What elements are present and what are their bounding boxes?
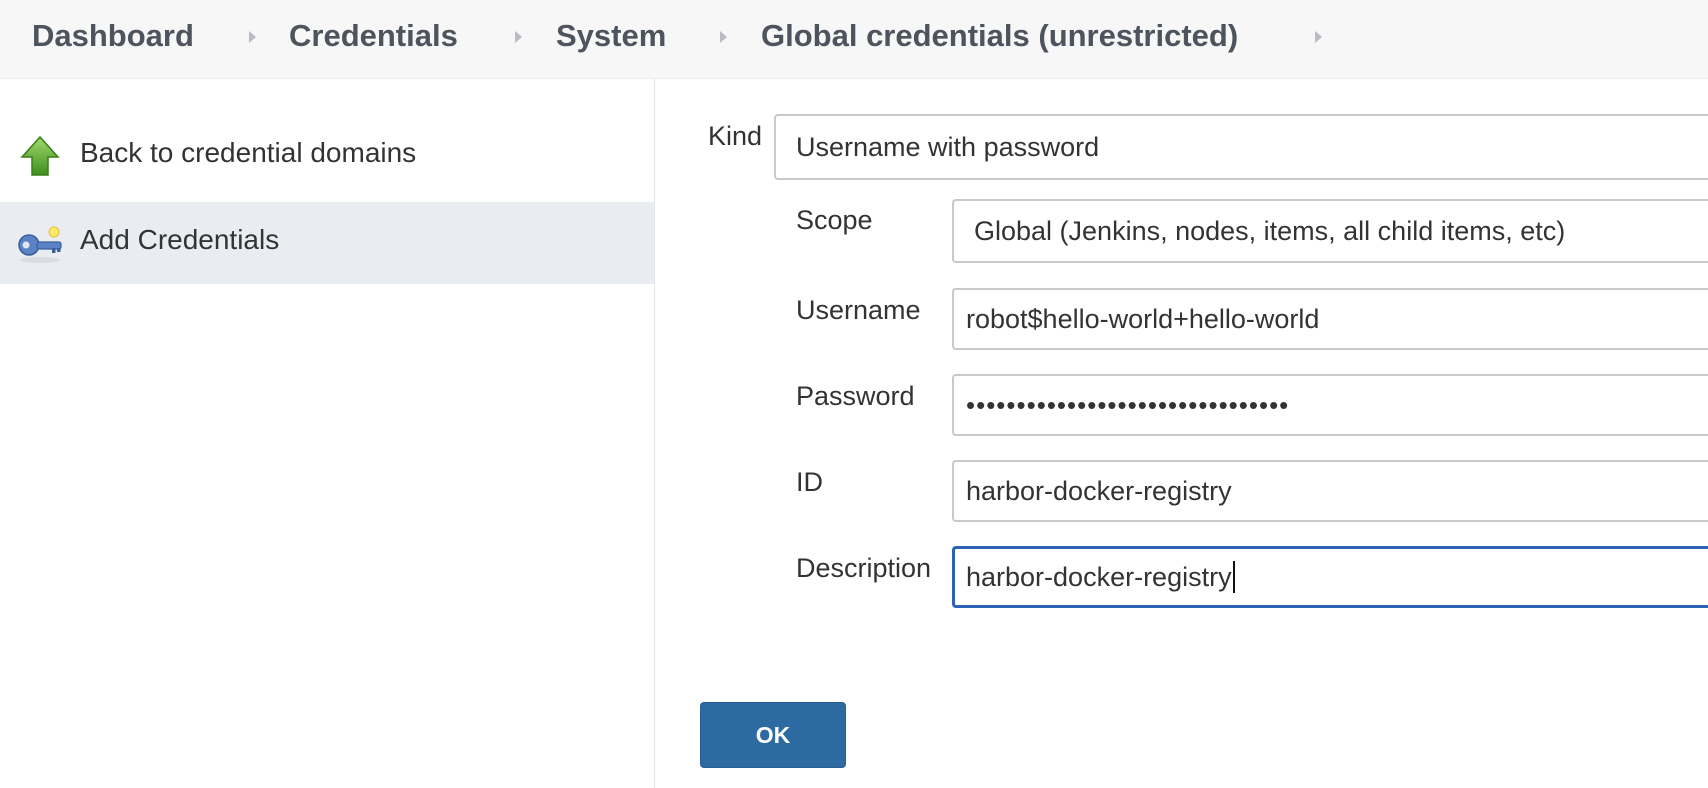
kind-select[interactable]: Username with password xyxy=(774,114,1708,180)
description-input[interactable]: harbor-docker-registry xyxy=(952,546,1708,608)
sidebar: Back to credential domains Add Credentia… xyxy=(0,79,655,788)
username-input[interactable]: robot$hello-world+hello-world xyxy=(952,288,1708,350)
ok-button[interactable]: OK xyxy=(700,702,846,768)
scope-label: Scope xyxy=(796,205,873,235)
id-label: ID xyxy=(796,467,823,497)
username-label: Username xyxy=(796,295,921,325)
jenkins-add-credentials-page: Dashboard Credentials System Global cred… xyxy=(0,0,1708,788)
breadcrumb-separator-icon xyxy=(720,31,727,43)
breadcrumb-dashboard[interactable]: Dashboard xyxy=(32,18,194,54)
scope-select[interactable]: Global (Jenkins, nodes, items, all child… xyxy=(952,199,1708,263)
password-input[interactable]: •••••••••••••••••••••••••••••••• xyxy=(952,374,1708,436)
id-input[interactable]: harbor-docker-registry xyxy=(952,460,1708,522)
breadcrumb-separator-icon xyxy=(249,31,256,43)
text-caret xyxy=(1232,560,1235,593)
breadcrumb-separator-icon[interactable] xyxy=(1315,31,1322,43)
password-label: Password xyxy=(796,381,915,411)
breadcrumb-global-credentials[interactable]: Global credentials (unrestricted) xyxy=(761,18,1238,54)
breadcrumb-system[interactable]: System xyxy=(556,18,666,54)
sidebar-item-label: Back to credential domains xyxy=(80,137,417,168)
description-label: Description xyxy=(796,553,932,583)
up-arrow-icon xyxy=(20,135,60,176)
key-icon xyxy=(18,226,62,263)
description-value: harbor-docker-registry xyxy=(966,562,1232,592)
breadcrumb: Dashboard Credentials System Global cred… xyxy=(0,0,1708,79)
sidebar-item-back-to-credential-domains[interactable]: Back to credential domains xyxy=(0,115,654,197)
breadcrumb-credentials[interactable]: Credentials xyxy=(289,18,458,54)
sidebar-item-add-credentials[interactable]: Add Credentials xyxy=(0,202,654,284)
sidebar-item-label: Add Credentials xyxy=(80,224,280,255)
kind-label: Kind xyxy=(708,121,763,151)
breadcrumb-separator-icon xyxy=(515,31,522,43)
